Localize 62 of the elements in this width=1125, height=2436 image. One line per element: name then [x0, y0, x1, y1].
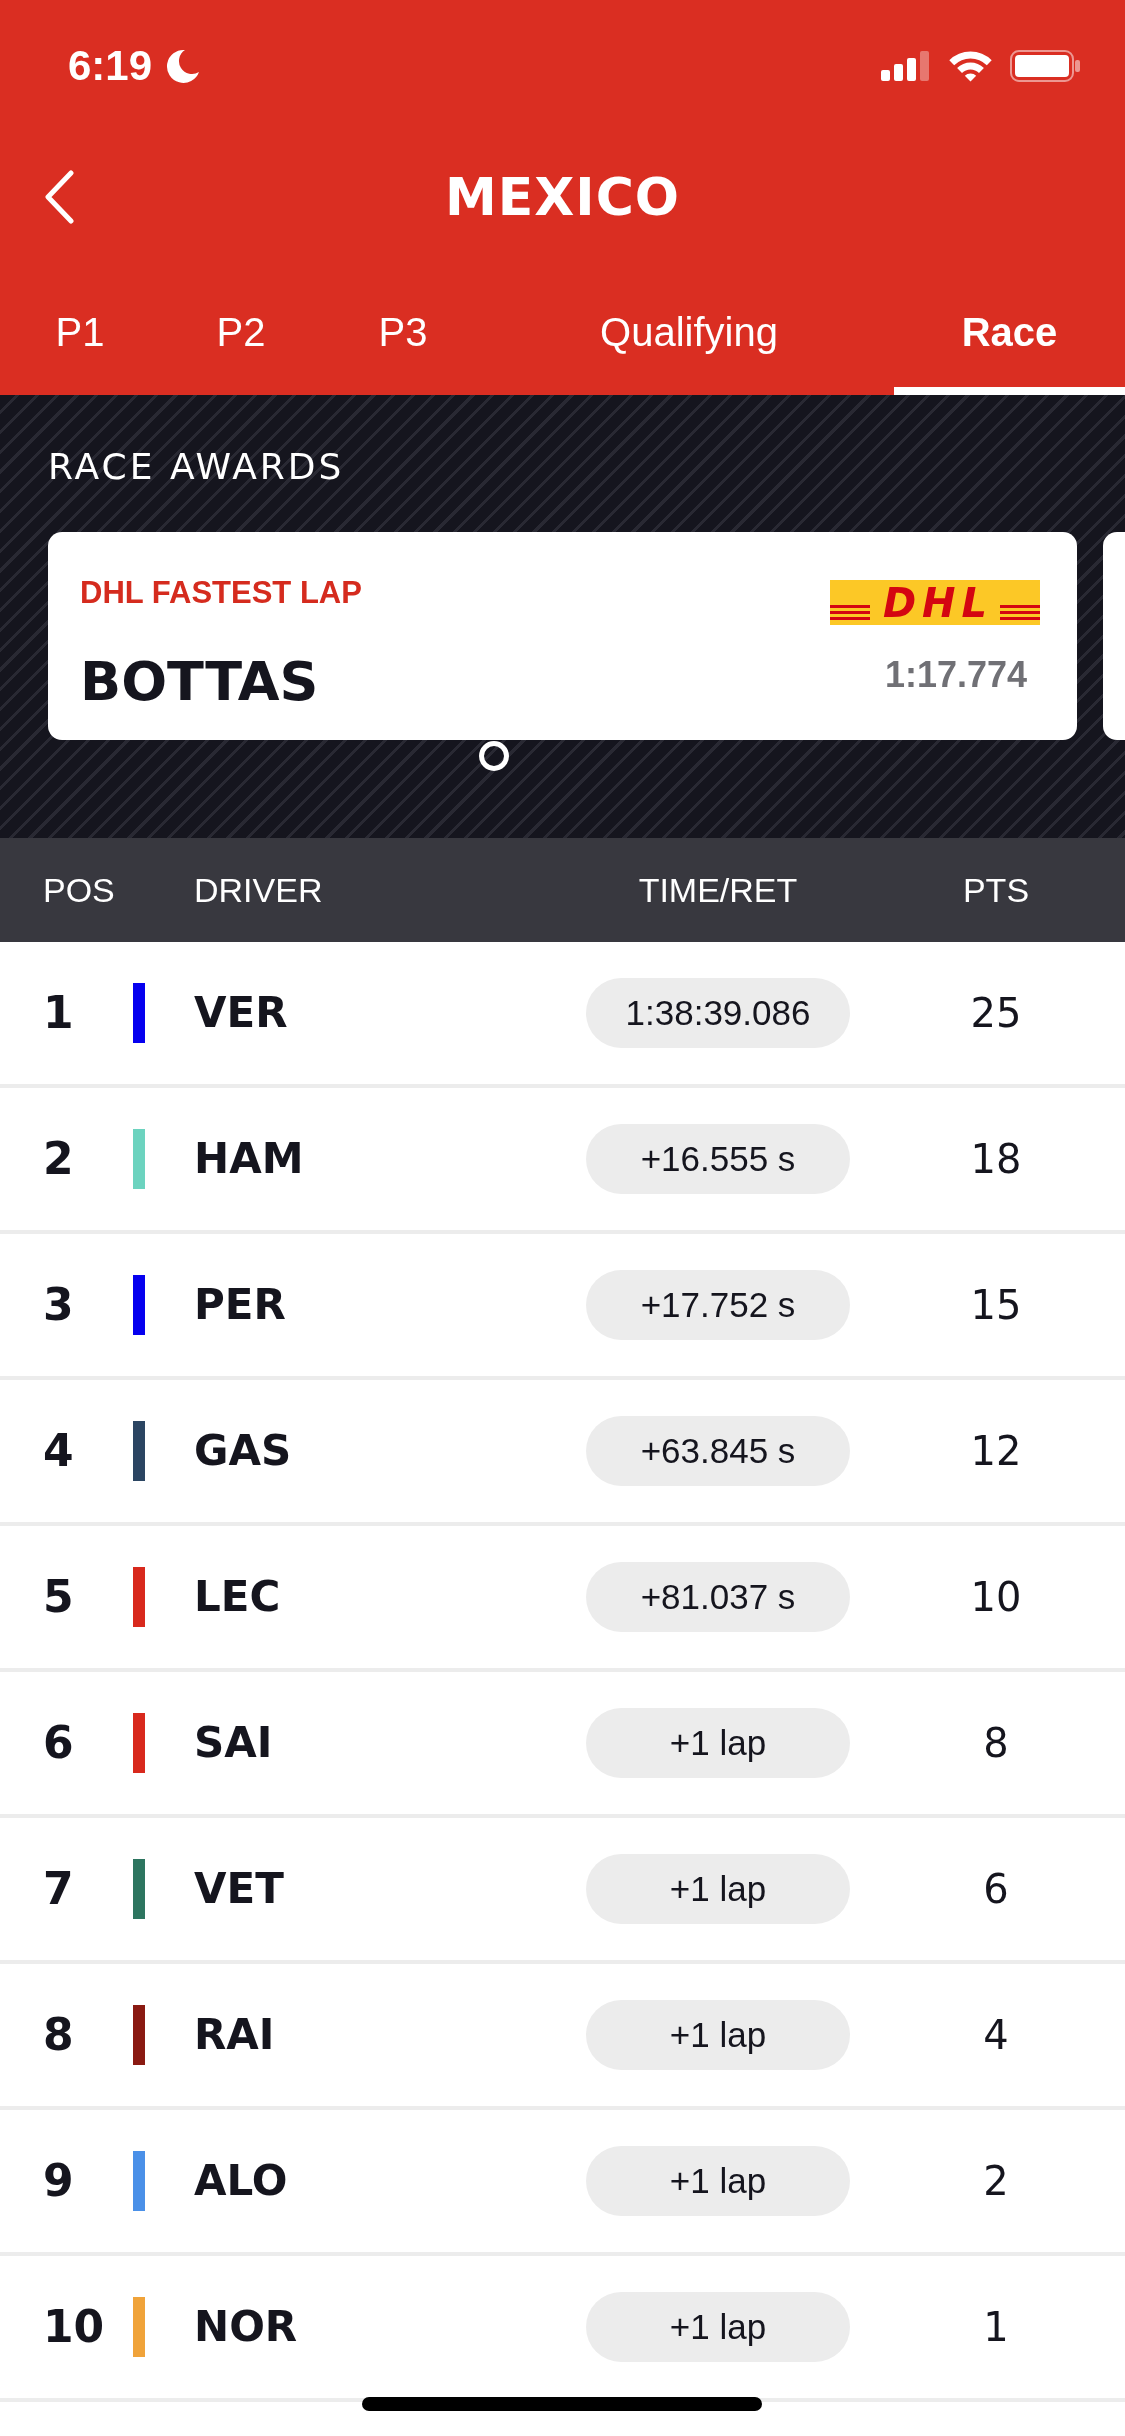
driver-code: RAI: [194, 2010, 275, 2060]
award-card[interactable]: DHL FASTEST LAP DHL BOTTAS 1:17.774: [48, 532, 1077, 740]
position-number: 6: [43, 1718, 74, 1768]
points-value: 15: [970, 1281, 1022, 1329]
tab[interactable]: P2: [160, 262, 322, 395]
position-number: 2: [43, 1134, 74, 1184]
column-header: DRIVER: [194, 870, 323, 910]
page-title: MEXICO: [444, 167, 681, 227]
moon-icon: [166, 49, 201, 83]
tab[interactable]: Qualifying: [484, 262, 894, 395]
chevron-left-icon: [44, 170, 74, 224]
position-number: 8: [43, 2010, 74, 2060]
time-badge: +1 lap: [586, 2146, 850, 2216]
driver-code: GAS: [194, 1426, 292, 1476]
driver-name: BOTTAS: [80, 650, 319, 714]
points-value: 6: [983, 1865, 1009, 1913]
time-badge: 1:38:39.086: [586, 978, 850, 1048]
points-value: 8: [983, 1719, 1009, 1767]
points-value: 2: [983, 2157, 1009, 2205]
page-dot-icon: [479, 741, 509, 771]
position-number: 9: [43, 2156, 74, 2206]
points-value: 4: [983, 2011, 1009, 2059]
points-value: 25: [970, 989, 1022, 1037]
driver-code: ALO: [194, 2156, 288, 2206]
battery-icon: [1010, 50, 1080, 82]
driver-code: VET: [194, 1864, 284, 1914]
status-time: 6:19: [68, 42, 153, 90]
award-label: DHL FASTEST LAP: [80, 575, 362, 611]
driver-code: HAM: [194, 1134, 304, 1184]
time-badge: +63.845 s: [586, 1416, 850, 1486]
lap-time: 1:17.774: [884, 655, 1027, 695]
position-number: 4: [43, 1426, 74, 1476]
driver-code: VER: [194, 988, 288, 1038]
position-number: 1: [43, 988, 74, 1038]
points-value: 12: [970, 1427, 1022, 1475]
driver-code: LEC: [194, 1572, 281, 1622]
time-badge: +81.037 s: [586, 1562, 850, 1632]
signal-icon: [881, 51, 931, 81]
time-badge: +16.555 s: [586, 1124, 850, 1194]
time-badge: +1 lap: [586, 2292, 850, 2362]
sponsor-logo: DHL: [830, 580, 1040, 625]
tab[interactable]: P3: [322, 262, 484, 395]
driver-code: PER: [194, 1280, 286, 1330]
position-number: 3: [43, 1280, 74, 1330]
driver-code: SAI: [194, 1718, 273, 1768]
tab[interactable]: P1: [0, 262, 160, 395]
wifi-icon: [949, 50, 992, 82]
points-value: 18: [970, 1135, 1022, 1183]
position-number: 7: [43, 1864, 74, 1914]
time-badge: +1 lap: [586, 1854, 850, 1924]
position-number: 5: [43, 1572, 74, 1622]
points-value: 10: [970, 1573, 1022, 1621]
column-header: TIME/RET: [638, 870, 798, 910]
driver-code: NOR: [194, 2302, 298, 2352]
points-value: 1: [983, 2303, 1009, 2351]
position-number: 10: [43, 2302, 105, 2352]
time-badge: +1 lap: [586, 1708, 850, 1778]
column-header: POS: [43, 870, 115, 910]
time-badge: +17.752 s: [586, 1270, 850, 1340]
column-header: PTS: [962, 870, 1030, 910]
section-title: RACE AWARDS: [48, 445, 345, 489]
time-badge: +1 lap: [586, 2000, 850, 2070]
